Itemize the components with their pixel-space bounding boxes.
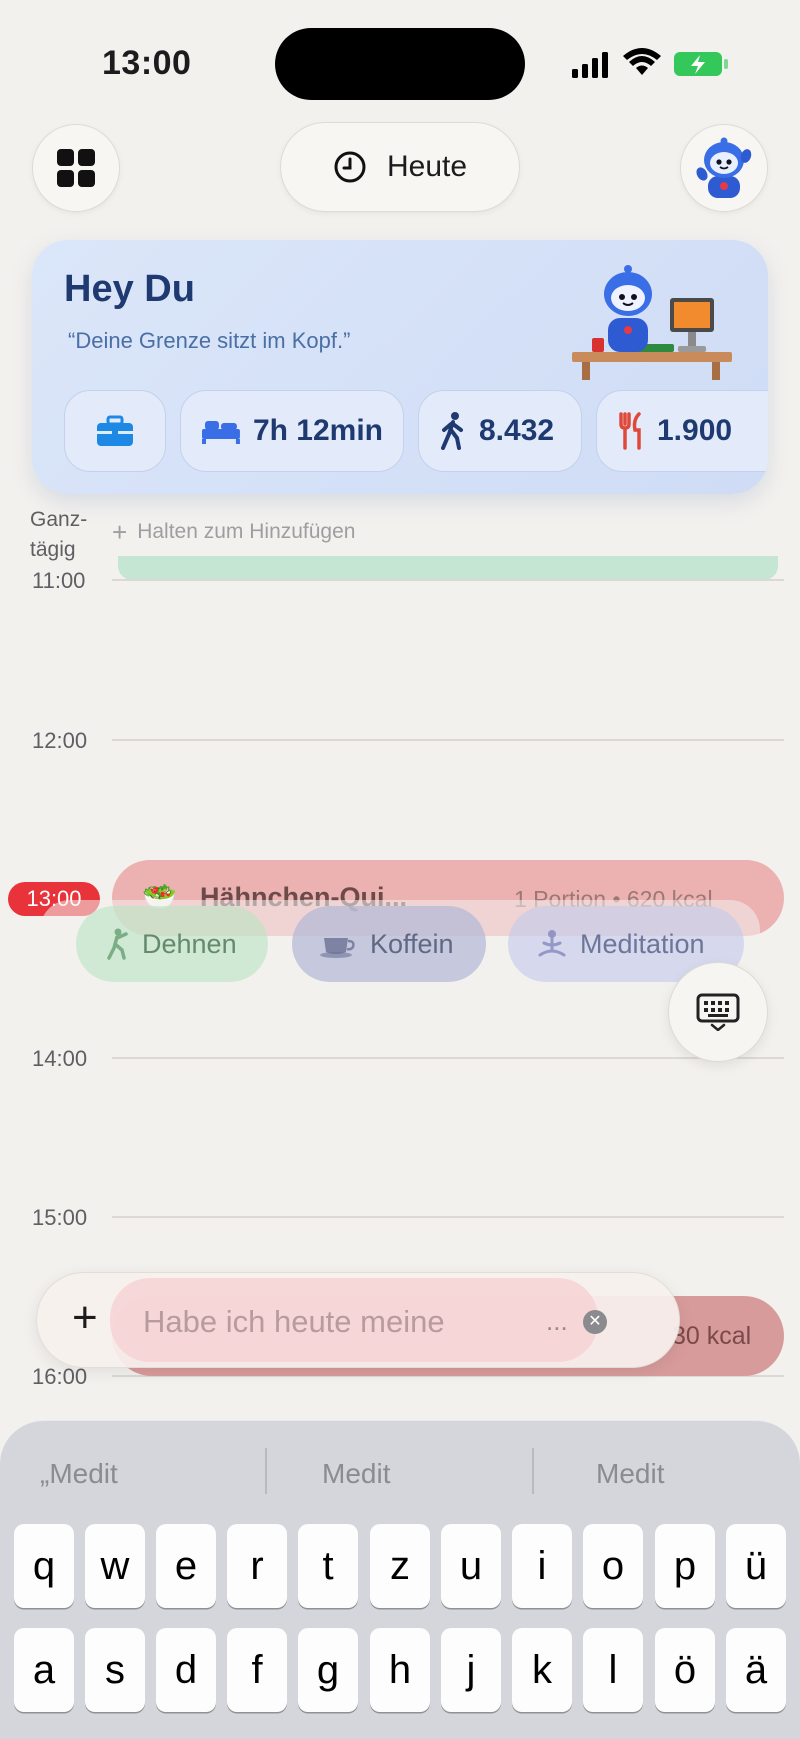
key[interactable]: u (441, 1524, 501, 1608)
bed-icon (201, 421, 240, 444)
suggestion-stretching[interactable]: Dehnen (76, 906, 268, 982)
prediction-2[interactable]: Medit (322, 1458, 390, 1490)
allday-add-hint[interactable]: + Halten zum Hinzufügen (112, 517, 356, 547)
key[interactable]: ü (726, 1524, 786, 1608)
profile-avatar-button[interactable] (680, 124, 768, 212)
key[interactable]: t (298, 1524, 358, 1608)
plus-icon: + (112, 517, 128, 547)
clock-icon (334, 151, 366, 183)
status-time: 13:00 (102, 44, 192, 82)
key[interactable]: s (85, 1628, 145, 1712)
key[interactable]: d (156, 1628, 216, 1712)
key[interactable]: r (227, 1524, 287, 1608)
steps-chip[interactable]: 8.432 (418, 390, 582, 472)
key[interactable]: ö (655, 1628, 715, 1712)
nutrition-chip[interactable]: 1.900 (596, 390, 768, 472)
key[interactable]: h (370, 1628, 430, 1712)
hour-label: 16:00 (32, 1364, 88, 1389)
suggestion-stretching-label: Dehnen (142, 928, 237, 959)
motivation-quote: “Deine Grenze sitzt im Kopf.” (68, 328, 351, 353)
prediction-divider (532, 1448, 534, 1494)
key[interactable]: f (227, 1628, 287, 1712)
meditation-icon (538, 930, 566, 957)
cellular-signal-icon (572, 52, 608, 78)
hour-label: 14:00 (32, 1046, 88, 1071)
key[interactable]: i (512, 1524, 572, 1608)
robot-avatar-icon (696, 137, 752, 198)
key[interactable]: o (583, 1524, 643, 1608)
key[interactable]: g (298, 1628, 358, 1712)
hour-line (112, 1057, 784, 1059)
greeting-card: Hey Du “Deine Grenze sitzt im Kopf.” 7h … (32, 240, 768, 494)
steps-value: 8.432 (479, 414, 555, 447)
walking-icon (441, 412, 463, 450)
allday-label: Ganz- tägig (30, 505, 87, 565)
menu-grid-button[interactable] (32, 124, 120, 212)
status-bar: 13:00 (0, 0, 800, 110)
hour-label: 11:00 (32, 568, 86, 593)
key[interactable]: k (512, 1628, 572, 1712)
stats-chip-row: 7h 12min 8.432 1.900 (64, 390, 768, 474)
prediction-divider (265, 1448, 267, 1494)
quick-add-input-text: Habe ich heute meine (143, 1304, 445, 1339)
key[interactable]: a (14, 1628, 74, 1712)
battery-charging-icon (674, 52, 728, 76)
calendar-event-green[interactable] (118, 556, 778, 580)
suggestion-caffeine-label: Koffein (370, 928, 454, 959)
sleep-chip[interactable]: 7h 12min (180, 390, 404, 472)
faded-event-kcal: 30 kcal (672, 1322, 752, 1350)
prediction-3[interactable]: Medit (596, 1458, 664, 1490)
coffee-cup-icon (320, 938, 355, 958)
key[interactable]: e (156, 1524, 216, 1608)
briefcase-icon (97, 415, 133, 446)
grid-icon (57, 149, 95, 187)
key[interactable]: p (655, 1524, 715, 1608)
dynamic-island (275, 28, 525, 100)
fork-knife-icon (619, 412, 641, 450)
today-button[interactable]: Heute (280, 122, 520, 212)
allday-label-line1: Ganz- (30, 508, 88, 531)
wifi-icon (623, 48, 661, 75)
stretching-icon (107, 928, 128, 960)
key[interactable]: z (370, 1524, 430, 1608)
allday-label-line2: tägig (30, 538, 76, 561)
add-plus-button[interactable]: + (72, 1296, 98, 1340)
keyboard-predictions: „Medit Medit Medit (0, 1444, 800, 1504)
hour-label: 12:00 (32, 728, 88, 753)
sleep-value: 7h 12min (252, 414, 383, 447)
work-chip[interactable] (64, 390, 166, 472)
quick-add-ellipsis: ... (546, 1306, 568, 1336)
key[interactable]: ä (726, 1628, 786, 1712)
clear-input-icon[interactable]: ✕ (583, 1310, 607, 1334)
hour-label: 15:00 (32, 1205, 88, 1230)
greeting-title: Hey Du (64, 268, 195, 310)
allday-add-hint-text: Halten zum Hinzufügen (137, 520, 356, 543)
key[interactable]: l (583, 1628, 643, 1712)
key[interactable]: j (441, 1628, 501, 1712)
suggestion-caffeine[interactable]: Koffein (292, 906, 486, 982)
hour-line (112, 579, 784, 581)
keyboard-toggle-button[interactable] (668, 962, 768, 1062)
suggestion-meditation-label: Meditation (580, 928, 705, 959)
prediction-1[interactable]: „Medit (40, 1458, 118, 1490)
calories-value: 1.900 (657, 414, 733, 447)
today-label: Heute (386, 150, 468, 183)
hour-line (112, 739, 784, 741)
keyboard-icon (696, 993, 740, 1031)
key[interactable]: q (14, 1524, 74, 1608)
robot-at-desk-illustration (572, 265, 732, 380)
key[interactable]: w (85, 1524, 145, 1608)
hour-line (112, 1216, 784, 1218)
